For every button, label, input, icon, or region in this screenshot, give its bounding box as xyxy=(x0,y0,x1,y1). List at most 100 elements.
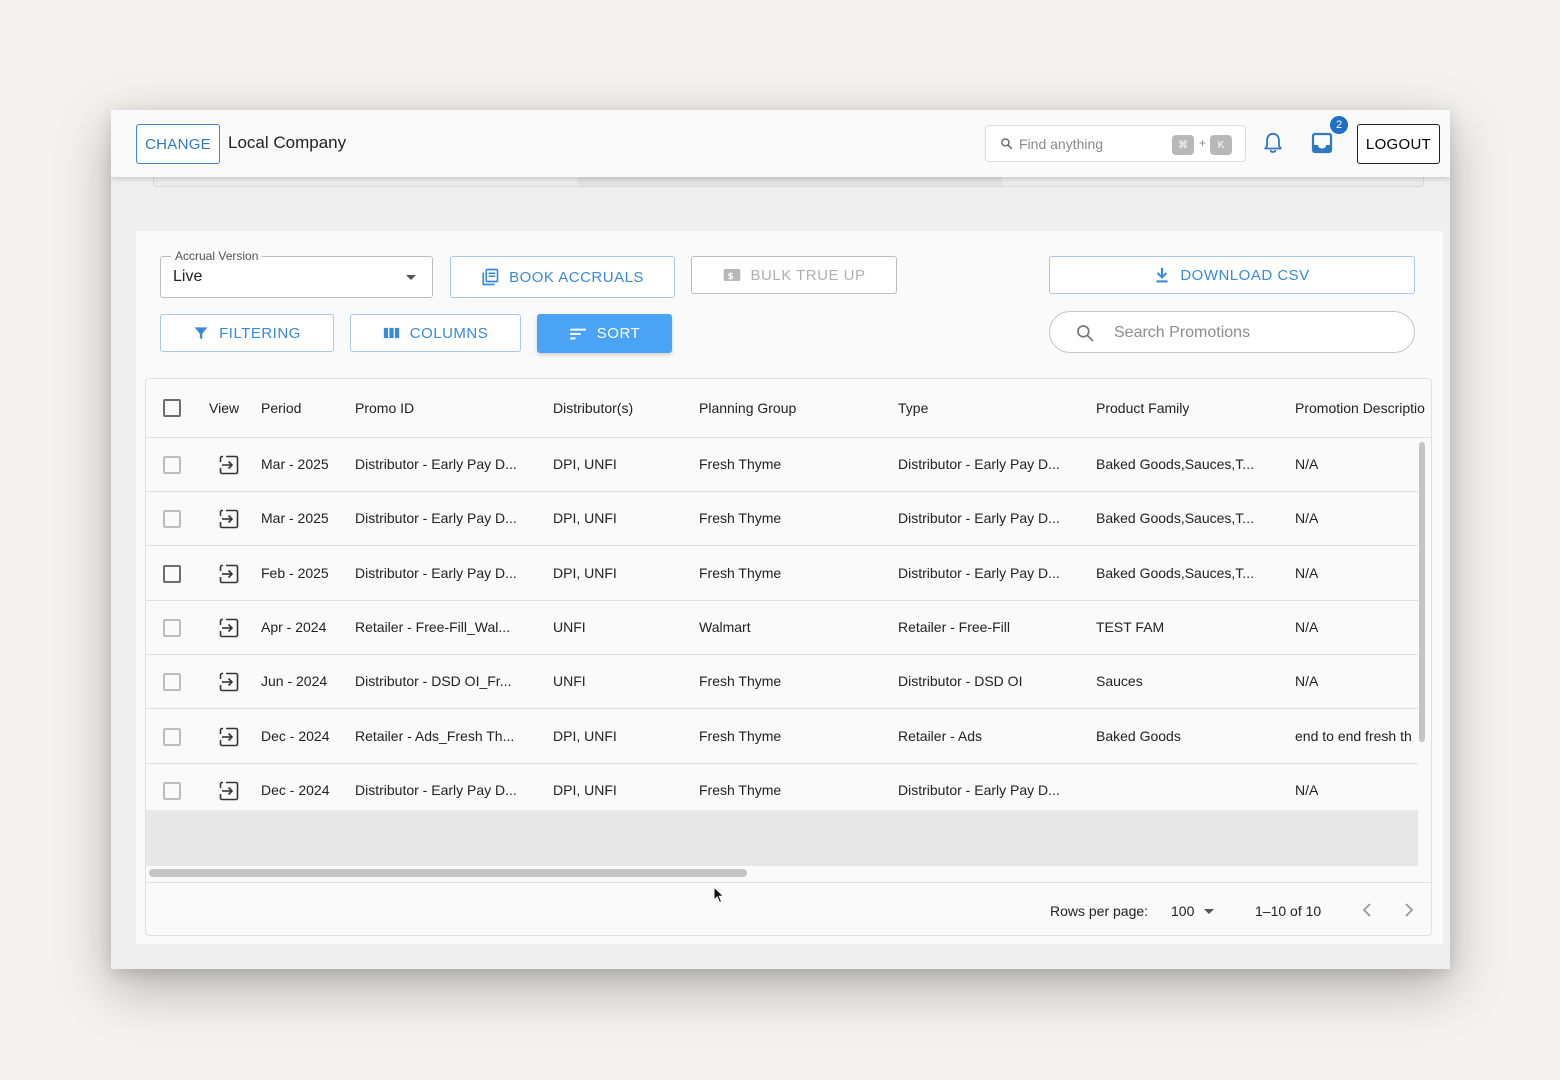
column-header-product-family[interactable]: Product Family xyxy=(1096,400,1189,416)
row-checkbox[interactable] xyxy=(163,727,181,746)
cell-type: Retailer - Ads xyxy=(898,727,983,744)
promotions-table: View Period Promo ID Distributor(s) Plan… xyxy=(145,378,1432,936)
sort-button[interactable]: SORT xyxy=(537,314,672,353)
shortcut-cmd-key: ⌘ xyxy=(1172,135,1194,155)
column-header-planning-group[interactable]: Planning Group xyxy=(699,400,796,416)
cell-distributors: UNFI xyxy=(553,673,586,690)
row-checkbox[interactable] xyxy=(163,673,181,692)
horizontal-scrollbar[interactable] xyxy=(149,869,747,877)
notification-badge: 2 xyxy=(1329,115,1349,135)
open-in-icon[interactable] xyxy=(219,618,239,638)
column-header-type[interactable]: Type xyxy=(898,400,928,416)
global-search[interactable]: ⌘ + K xyxy=(985,125,1246,162)
cell-planning-group: Walmart xyxy=(699,618,751,635)
row-checkbox[interactable] xyxy=(163,781,181,800)
open-in-icon[interactable] xyxy=(219,509,239,529)
table-row[interactable]: Feb - 2025 Distributor - Early Pay D... DP… xyxy=(146,547,1418,601)
open-in-icon[interactable] xyxy=(219,564,239,584)
global-search-input[interactable] xyxy=(1019,133,1169,155)
cell-planning-group: Fresh Thyme xyxy=(699,727,782,744)
shortcut-k-key: K xyxy=(1210,135,1232,155)
rows-per-page-label: Rows per page: xyxy=(1050,903,1149,919)
svg-text:$: $ xyxy=(727,272,734,282)
open-in-icon[interactable] xyxy=(219,455,239,475)
column-header-period[interactable]: Period xyxy=(261,400,301,416)
cell-promotion-description: end to end fresh th xyxy=(1295,727,1412,744)
cell-type: Distributor - Early Pay D... xyxy=(898,510,1060,527)
select-all-checkbox[interactable] xyxy=(163,399,181,417)
table-row[interactable]: Mar - 2025 Distributor - Early Pay D... DP… xyxy=(146,438,1418,492)
cell-promo-id: Distributor - Early Pay D... xyxy=(355,510,517,527)
columns-icon xyxy=(383,327,399,339)
chevron-right-icon[interactable] xyxy=(1403,901,1415,919)
download-csv-label: DOWNLOAD CSV xyxy=(1180,266,1310,284)
table-row[interactable]: Mar - 2025 Distributor - Early Pay D... DP… xyxy=(146,492,1418,547)
sort-label: SORT xyxy=(596,325,641,342)
row-checkbox[interactable] xyxy=(163,510,181,529)
bulk-true-up-button[interactable]: $ BULK TRUE UP xyxy=(691,256,897,294)
column-header-promo-id[interactable]: Promo ID xyxy=(355,400,414,416)
open-in-icon[interactable] xyxy=(219,727,239,747)
table-row[interactable]: Dec - 2024 Retailer - Ads_Fresh Th... DPI,… xyxy=(146,710,1418,764)
search-icon xyxy=(1001,138,1013,150)
book-accruals-button[interactable]: BOOK ACCRUALS xyxy=(450,256,675,298)
filtering-label: FILTERING xyxy=(219,324,301,342)
column-header-distributors[interactable]: Distributor(s) xyxy=(553,400,633,416)
table-row[interactable]: Apr - 2024 Retailer - Free-Fill_Wal... UNF… xyxy=(146,601,1418,655)
promotion-search-input[interactable] xyxy=(1114,322,1394,344)
promotion-search[interactable] xyxy=(1049,311,1415,353)
cell-promotion-description: N/A xyxy=(1295,673,1319,690)
cell-promotion-description: N/A xyxy=(1295,564,1319,581)
cell-type: Distributor - Early Pay D... xyxy=(898,456,1060,472)
cell-promo-id: Distributor - Early Pay D... xyxy=(355,564,517,581)
cell-period: Feb - 2025 xyxy=(261,564,329,581)
cell-distributors: DPI, UNFI xyxy=(553,510,617,527)
chevron-left-icon[interactable] xyxy=(1361,901,1373,919)
open-in-icon[interactable] xyxy=(219,672,239,692)
mouse-cursor-icon xyxy=(713,886,725,904)
download-icon xyxy=(1156,267,1168,283)
accrual-version-select[interactable]: Accrual Version Live xyxy=(160,249,433,298)
open-in-icon[interactable] xyxy=(219,781,239,801)
cell-type: Distributor - Early Pay D... xyxy=(898,781,1060,798)
change-company-button[interactable]: CHANGE xyxy=(136,124,220,164)
column-header-promotion-description[interactable]: Promotion Descriptio xyxy=(1295,400,1431,416)
download-csv-button[interactable]: DOWNLOAD CSV xyxy=(1049,256,1415,294)
cell-distributors: UNFI xyxy=(553,618,586,635)
cell-planning-group: Fresh Thyme xyxy=(699,456,782,472)
cell-period: Dec - 2024 xyxy=(261,727,330,744)
inbox-icon[interactable] xyxy=(1310,131,1334,155)
accruals-panel: Accrual Version Live BOOK ACCRUALS $ BUL… xyxy=(136,231,1443,944)
cell-product-family: Baked Goods,Sauces,T... xyxy=(1096,510,1254,527)
book-icon xyxy=(482,268,499,286)
row-checkbox[interactable] xyxy=(163,618,181,637)
cell-distributors: DPI, UNFI xyxy=(553,727,617,744)
pagination-range: 1–10 of 10 xyxy=(1255,903,1322,919)
logout-button[interactable]: LOGOUT xyxy=(1357,124,1440,164)
cell-promo-id: Retailer - Ads_Fresh Th... xyxy=(355,727,515,744)
cell-planning-group: Fresh Thyme xyxy=(699,510,782,527)
row-checkbox[interactable] xyxy=(163,456,181,474)
table-row[interactable]: Jun - 2024 Distributor - DSD OI_Fr... UNFI… xyxy=(146,655,1418,710)
cell-product-family: Baked Goods,Sauces,T... xyxy=(1096,456,1254,472)
cell-period: Jun - 2024 xyxy=(261,673,328,690)
cell-period: Mar - 2025 xyxy=(261,456,329,472)
cell-promotion-description: N/A xyxy=(1295,510,1319,527)
bell-icon[interactable] xyxy=(1262,131,1284,155)
cell-period: Mar - 2025 xyxy=(261,510,329,527)
table-empty-area xyxy=(146,810,1418,866)
columns-button[interactable]: COLUMNS xyxy=(350,314,521,352)
cell-product-family: TEST FAM xyxy=(1096,618,1165,635)
cell-promo-id: Distributor - Early Pay D... xyxy=(355,781,517,798)
cell-promo-id: Distributor - Early Pay D... xyxy=(355,456,517,472)
filtering-button[interactable]: FILTERING xyxy=(160,314,334,352)
cell-period: Apr - 2024 xyxy=(261,618,327,635)
book-accruals-label: BOOK ACCRUALS xyxy=(509,268,644,286)
caret-down-icon xyxy=(1204,909,1214,914)
row-checkbox[interactable] xyxy=(163,564,181,583)
vertical-scrollbar[interactable] xyxy=(1419,442,1425,742)
column-header-view[interactable]: View xyxy=(209,400,239,416)
rows-per-page-select[interactable]: 100 xyxy=(1171,903,1194,919)
cell-planning-group: Fresh Thyme xyxy=(699,781,782,798)
cell-product-family: Baked Goods xyxy=(1096,727,1181,744)
